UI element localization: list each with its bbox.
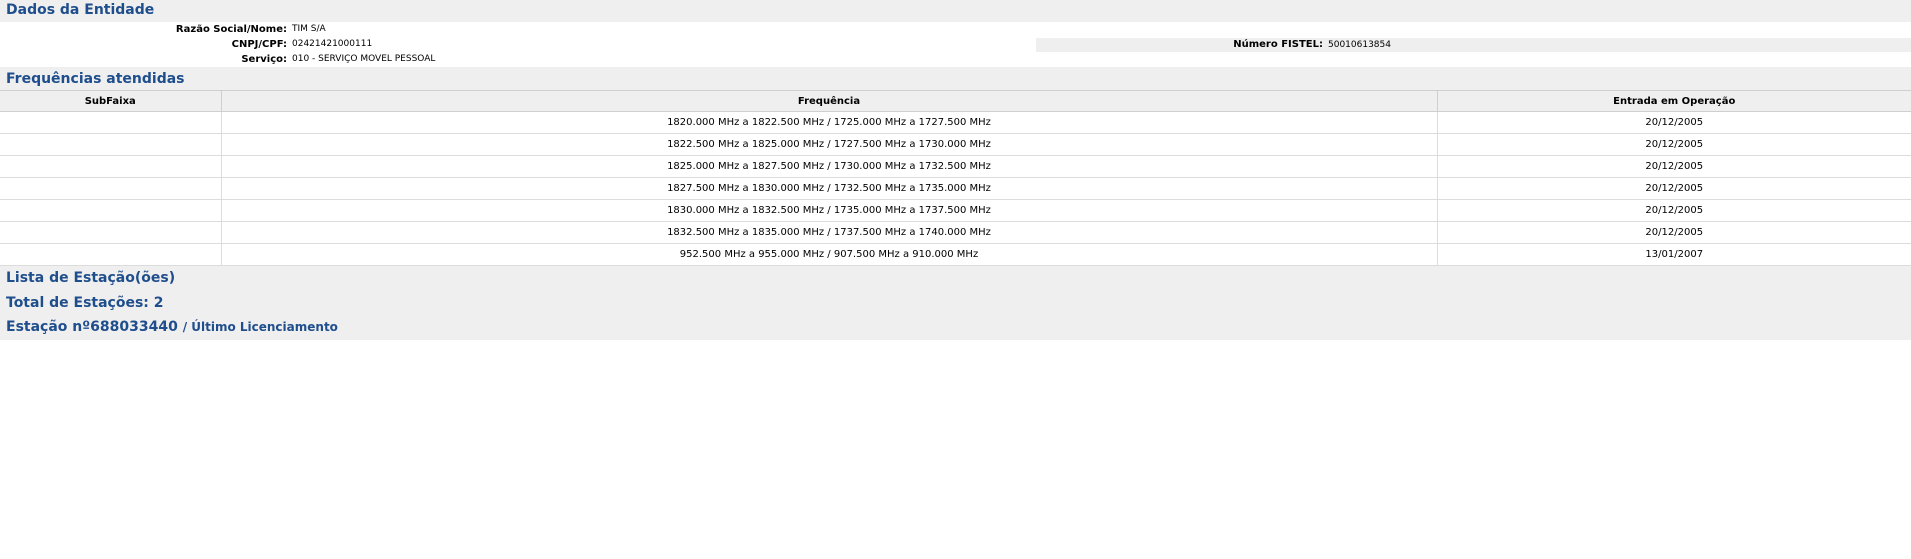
servico-row: Serviço: 010 - SERVIÇO MOVEL PESSOAL <box>0 52 1911 67</box>
cell-entrada: 20/12/2005 <box>1436 111 1911 134</box>
blank-area <box>0 340 1911 554</box>
fistel-label: Número FISTEL: <box>1233 39 1323 50</box>
cell-entrada: 20/12/2005 <box>1436 155 1911 178</box>
stations-list-title: Lista de Estação(ões) <box>6 270 176 286</box>
last-licensing-link[interactable]: / Último Licenciamento <box>183 320 338 334</box>
razao-row: Razão Social/Nome: TIM S/A <box>0 22 1911 37</box>
servico-value: 010 - SERVIÇO MOVEL PESSOAL <box>292 54 436 64</box>
cell-subfaixa <box>0 133 222 156</box>
table-row: 1822.500 MHz a 1825.000 MHz / 1727.500 M… <box>0 133 1911 156</box>
entity-details: Razão Social/Nome: TIM S/A CNPJ/CPF: 024… <box>0 22 1911 67</box>
table-row: 1825.000 MHz a 1827.500 MHz / 1730.000 M… <box>0 155 1911 178</box>
table-row: 952.500 MHz a 955.000 MHz / 907.500 MHz … <box>0 243 1911 266</box>
table-row: 1827.500 MHz a 1830.000 MHz / 1732.500 M… <box>0 177 1911 200</box>
cell-frequencia: 1827.500 MHz a 1830.000 MHz / 1732.500 M… <box>220 177 1438 200</box>
entity-section-title: Dados da Entidade <box>6 2 155 18</box>
cell-frequencia: 1822.500 MHz a 1825.000 MHz / 1727.500 M… <box>220 133 1438 156</box>
cell-frequencia: 952.500 MHz a 955.000 MHz / 907.500 MHz … <box>220 243 1438 266</box>
cnpj-value: 02421421000111 <box>292 39 373 49</box>
frequencies-table: SubFaixa Frequência Entrada em Operação … <box>0 90 1911 266</box>
cell-frequencia: 1832.500 MHz a 1835.000 MHz / 1737.500 M… <box>220 221 1438 244</box>
header-frequencia: Frequência <box>220 90 1438 112</box>
cell-subfaixa <box>0 199 222 222</box>
cell-subfaixa <box>0 243 222 266</box>
razao-label: Razão Social/Nome: <box>175 24 287 35</box>
table-row: 1832.500 MHz a 1835.000 MHz / 1737.500 M… <box>0 221 1911 244</box>
header-subfaixa: SubFaixa <box>0 90 222 112</box>
cell-entrada: 20/12/2005 <box>1436 199 1911 222</box>
fistel-value: 50010613854 <box>1328 40 1391 50</box>
page-container: Dados da Entidade Razão Social/Nome: TIM… <box>0 0 1911 340</box>
header-entrada: Entrada em Operação <box>1436 90 1911 112</box>
cell-subfaixa <box>0 177 222 200</box>
cell-subfaixa <box>0 155 222 178</box>
table-header-row: SubFaixa Frequência Entrada em Operação <box>0 90 1911 112</box>
station-header: Estação nº688033440 / Último Licenciamen… <box>0 316 1911 340</box>
cell-subfaixa <box>0 111 222 134</box>
cell-entrada: 13/01/2007 <box>1436 243 1911 266</box>
cell-frequencia: 1825.000 MHz a 1827.500 MHz / 1730.000 M… <box>220 155 1438 178</box>
stations-total-title: Total de Estações: 2 <box>6 295 164 311</box>
fistel-band <box>1036 38 1911 52</box>
frequencies-section-title: Frequências atendidas <box>6 71 185 87</box>
razao-value: TIM S/A <box>292 24 326 34</box>
table-row: 1820.000 MHz a 1822.500 MHz / 1725.000 M… <box>0 111 1911 134</box>
cnpj-label: CNPJ/CPF: <box>231 39 287 50</box>
station-number: Estação nº688033440 <box>6 319 178 335</box>
table-row: 1830.000 MHz a 1832.500 MHz / 1735.000 M… <box>0 199 1911 222</box>
cell-subfaixa <box>0 221 222 244</box>
servico-label: Serviço: <box>241 54 287 65</box>
cell-entrada: 20/12/2005 <box>1436 177 1911 200</box>
cell-entrada: 20/12/2005 <box>1436 133 1911 156</box>
cell-frequencia: 1820.000 MHz a 1822.500 MHz / 1725.000 M… <box>220 111 1438 134</box>
cell-frequencia: 1830.000 MHz a 1832.500 MHz / 1735.000 M… <box>220 199 1438 222</box>
cell-entrada: 20/12/2005 <box>1436 221 1911 244</box>
